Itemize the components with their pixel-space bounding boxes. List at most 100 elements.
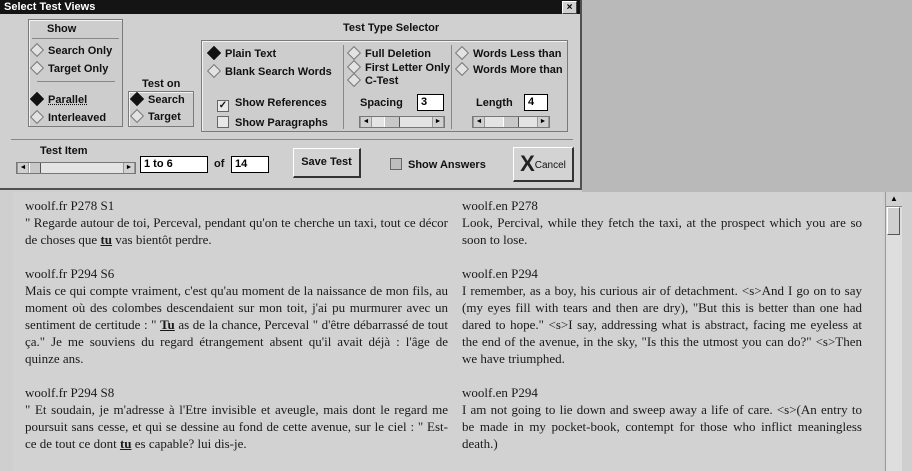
of-label: of xyxy=(214,158,225,170)
list-item: woolf.en P294 I am not going to lie down… xyxy=(462,384,862,452)
entry-reference: woolf.en P294 xyxy=(462,385,538,400)
test-item-range-input[interactable]: 1 to 6 xyxy=(140,156,208,173)
entry-reference: woolf.fr P294 S6 xyxy=(25,266,115,281)
scroll-right-icon[interactable]: ► xyxy=(432,117,444,127)
source-column: woolf.fr P278 S1 " Regarde autour de toi… xyxy=(25,192,448,469)
test-on-panel: Search Target xyxy=(128,91,194,127)
radio-search-only-label: Search Only xyxy=(48,45,113,57)
test-item-scrollbar[interactable]: ◄ ► xyxy=(16,162,136,174)
radio-blank-search-words[interactable]: Blank Search Words xyxy=(206,63,332,79)
show-panel: Show Search Only Target Only Parallel In… xyxy=(28,19,123,127)
checkbox-show-answers[interactable]: Show Answers xyxy=(390,158,486,172)
radio-off-icon xyxy=(29,109,45,125)
list-item: woolf.fr P294 S6 Mais ce qui compte vrai… xyxy=(25,265,448,367)
spacing-scroll-thumb[interactable] xyxy=(384,117,400,127)
length-scrollbar[interactable]: ◄ ► xyxy=(472,116,550,128)
radio-c-test-label: C-Test xyxy=(365,75,399,87)
cancel-x-icon: X xyxy=(520,151,535,176)
search-hit: tu xyxy=(100,232,113,247)
radio-off-icon xyxy=(346,72,362,88)
select-test-views-dialog: Select Test Views × Show Search Only Tar… xyxy=(0,0,582,190)
radio-c-test[interactable]: C-Test xyxy=(346,72,399,88)
length-scroll-thumb[interactable] xyxy=(503,117,519,127)
target-column: woolf.en P278 Look, Percival, while they… xyxy=(462,192,862,469)
radio-plain-text-label: Plain Text xyxy=(225,48,277,60)
search-hit: Tu xyxy=(160,317,175,332)
entry-reference: woolf.fr P278 S1 xyxy=(25,198,115,213)
radio-off-icon xyxy=(206,63,222,79)
entry-text: " Et soudain, je m'adresse à l'Etre invi… xyxy=(25,401,448,452)
radio-test-on-search[interactable]: Search xyxy=(129,91,185,107)
show-header: Show xyxy=(47,23,77,35)
show-header-divider xyxy=(32,38,119,39)
radio-off-icon xyxy=(29,60,45,76)
test-type-divider-2 xyxy=(451,45,452,129)
radio-off-icon xyxy=(454,61,470,77)
radio-plain-text[interactable]: Plain Text xyxy=(206,45,277,61)
entry-text-before: " Regarde autour de toi, Perceval, penda… xyxy=(25,215,448,247)
radio-on-icon xyxy=(129,91,145,107)
cancel-button[interactable]: XCancel xyxy=(513,147,574,182)
scroll-right-icon[interactable]: ► xyxy=(537,117,549,127)
test-type-header: Test Type Selector xyxy=(343,22,440,34)
entry-text: I remember, as a boy, his curious air of… xyxy=(462,283,862,366)
save-test-button[interactable]: Save Test xyxy=(293,148,361,178)
show-answers-label: Show Answers xyxy=(408,159,486,171)
entry-reference: woolf.en P294 xyxy=(462,266,538,281)
checkbox-show-paragraphs[interactable]: Show Paragraphs xyxy=(217,116,328,130)
radio-interleaved-label: Interleaved xyxy=(48,112,107,124)
radio-on-icon xyxy=(206,45,222,61)
close-button[interactable]: × xyxy=(562,1,577,14)
radio-words-less-than[interactable]: Words Less than xyxy=(454,45,562,61)
radio-first-letter-only-label: First Letter Only xyxy=(365,62,450,74)
spacing-label: Spacing xyxy=(360,97,403,109)
vertical-scroll-thumb[interactable] xyxy=(887,207,900,235)
radio-full-deletion[interactable]: Full Deletion xyxy=(346,45,431,61)
concordance-view: woolf.fr P278 S1 " Regarde autour de toi… xyxy=(13,192,883,471)
radio-interleaved[interactable]: Interleaved xyxy=(29,109,107,125)
entry-text: Mais ce qui compte vraiment, c'est qu'au… xyxy=(25,282,448,367)
scroll-left-icon[interactable]: ◄ xyxy=(17,163,29,173)
entry-text: I am not going to lie down and sweep awa… xyxy=(462,402,862,451)
radio-parallel-label: Parallel xyxy=(48,94,88,106)
entry-text: Look, Percival, while they fetch the tax… xyxy=(462,215,862,247)
length-input[interactable]: 4 xyxy=(524,94,548,111)
show-references-label: Show References xyxy=(235,97,327,109)
radio-test-on-search-label: Search xyxy=(148,94,185,106)
scroll-up-icon[interactable]: ▲ xyxy=(886,192,902,207)
entry-text-after: vas bientôt perdre. xyxy=(112,232,212,247)
scroll-left-icon[interactable]: ◄ xyxy=(360,117,372,127)
list-item: woolf.fr P278 S1 " Regarde autour de toi… xyxy=(25,197,448,248)
radio-target-only-label: Target Only xyxy=(48,63,109,75)
title-bar: Select Test Views × xyxy=(0,0,580,14)
scroll-left-icon[interactable]: ◄ xyxy=(473,117,485,127)
radio-search-only[interactable]: Search Only xyxy=(29,42,113,58)
test-type-panel: Plain Text Blank Search Words Full Delet… xyxy=(201,40,568,132)
radio-off-icon xyxy=(129,108,145,124)
radio-test-on-target-label: Target xyxy=(148,111,181,123)
radio-off-icon xyxy=(454,45,470,61)
spacing-input[interactable]: 3 xyxy=(417,94,444,111)
entry-text-after: es capable? lui dis-je. xyxy=(131,436,247,451)
entry-text: " Regarde autour de toi, Perceval, penda… xyxy=(25,214,448,248)
window-title: Select Test Views xyxy=(4,1,96,13)
test-item-header: Test Item xyxy=(40,145,88,157)
vertical-scrollbar[interactable]: ▲ xyxy=(885,192,902,471)
entry-reference: woolf.fr P294 S8 xyxy=(25,385,115,400)
search-hit: tu xyxy=(119,436,132,451)
checkbox-show-references[interactable]: ✓ Show References xyxy=(217,96,327,112)
radio-words-more-than[interactable]: Words More than xyxy=(454,61,563,77)
radio-first-letter-only[interactable]: First Letter Only xyxy=(346,59,450,75)
scroll-right-icon[interactable]: ► xyxy=(123,163,135,173)
radio-parallel[interactable]: Parallel xyxy=(29,91,88,107)
checkmark-icon: ✓ xyxy=(217,100,229,112)
radio-words-less-than-label: Words Less than xyxy=(473,48,562,60)
list-item: woolf.fr P294 S8 " Et soudain, je m'adre… xyxy=(25,384,448,452)
spacing-scrollbar[interactable]: ◄ ► xyxy=(359,116,445,128)
test-item-scroll-thumb[interactable] xyxy=(29,163,41,173)
radio-test-on-target[interactable]: Target xyxy=(129,108,181,124)
bottom-divider xyxy=(11,139,573,140)
radio-target-only[interactable]: Target Only xyxy=(29,60,109,76)
list-item: woolf.en P278 Look, Percival, while they… xyxy=(462,197,862,248)
desktop-background xyxy=(582,0,912,192)
